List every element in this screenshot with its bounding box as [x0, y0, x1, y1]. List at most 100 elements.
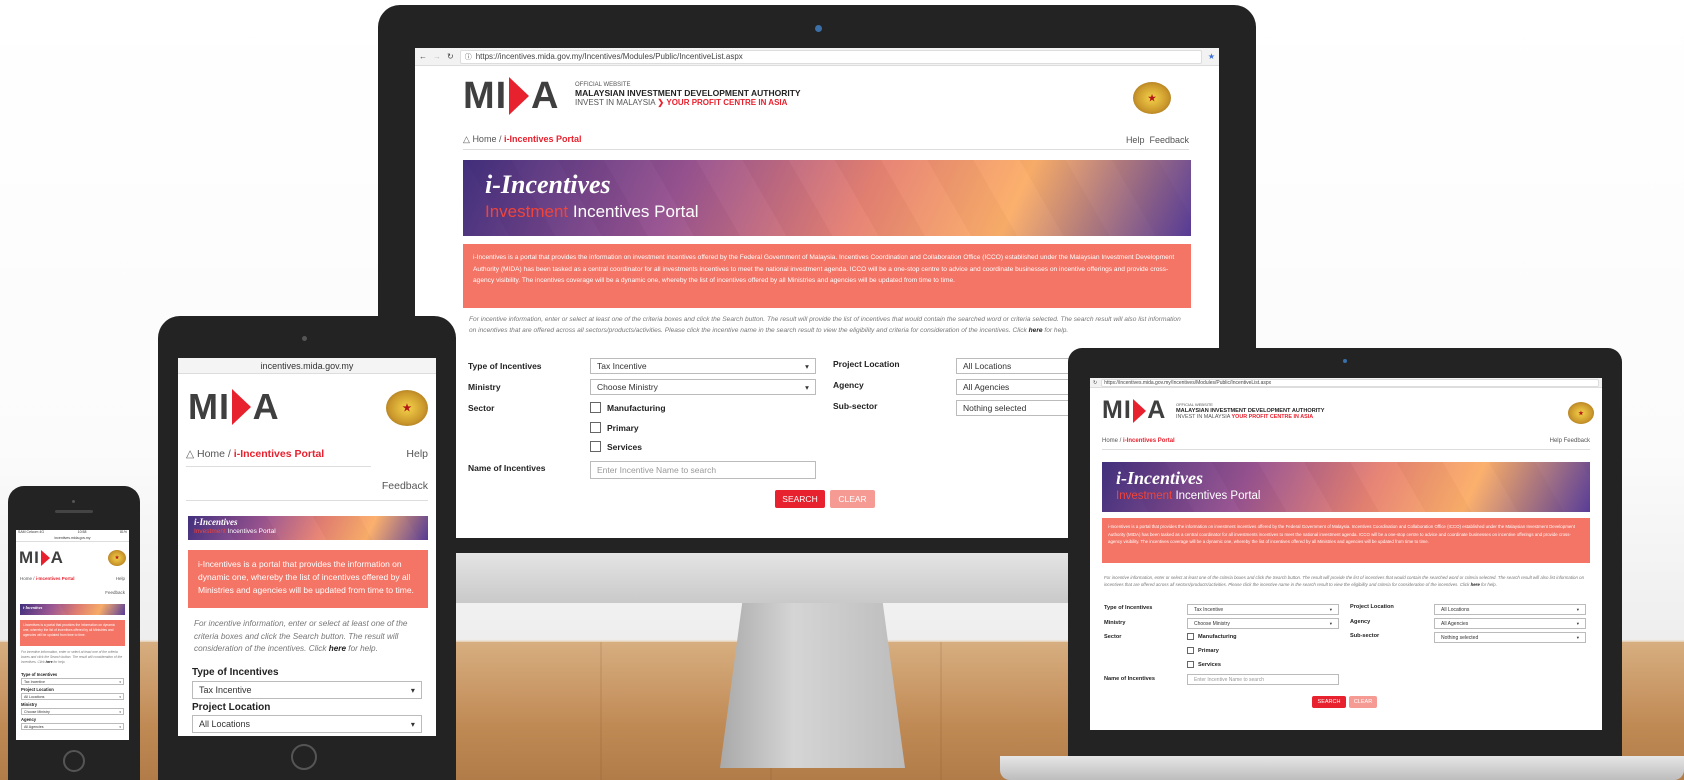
tablet-location-select[interactable]: All Locations: [192, 715, 422, 733]
tablet-address-bar[interactable]: incentives.mida.gov.my: [178, 358, 436, 374]
phone-breadcrumb: Home / i-Incentives Portal Help: [20, 576, 125, 581]
laptop-ministry-select[interactable]: Choose Ministry: [1187, 618, 1339, 629]
tablet-breadcrumb-home[interactable]: Home: [197, 448, 225, 460]
laptop-banner: i-Incentives Investment Incentives Porta…: [1102, 462, 1590, 512]
laptop-type-select[interactable]: Tax Incentive: [1187, 604, 1339, 615]
sector-label-0: Manufacturing: [607, 402, 666, 413]
laptop-sector-primary[interactable]: Primary: [1187, 647, 1219, 654]
laptop-banner-title: i-Incentives: [1116, 468, 1203, 488]
star-icon[interactable]: ★: [1208, 52, 1215, 61]
laptop-sector-services[interactable]: Services: [1187, 661, 1221, 668]
phone-agency-select[interactable]: All Agencies: [21, 723, 124, 730]
banner-sub-red: Investment: [485, 202, 569, 221]
tablet-sitemap-icon: △: [186, 448, 195, 460]
help-link[interactable]: Help: [1126, 135, 1145, 145]
phone-mida-logo[interactable]: MI A: [19, 548, 64, 568]
phone-help-link[interactable]: Help: [116, 576, 125, 581]
logo-triangle-icon: [509, 77, 530, 115]
phone-ministry-select[interactable]: Choose Ministry: [21, 708, 124, 715]
laptop-checkbox-icon[interactable]: [1187, 647, 1194, 654]
phone-speaker: [55, 510, 93, 513]
laptop-mida-logo[interactable]: MI A: [1102, 396, 1166, 425]
laptop-feedback-link[interactable]: Feedback: [1564, 438, 1590, 444]
laptop-intro-box: i-Incentives is a portal that provides t…: [1102, 518, 1590, 563]
laptop-checkbox-icon[interactable]: [1187, 661, 1194, 668]
phone-feedback-link[interactable]: Feedback: [105, 590, 125, 595]
phone-help-paragraph: For incentive information, enter or sele…: [21, 650, 124, 668]
address-bar[interactable]: ⓘ https://incentives.mida.gov.my/Incenti…: [459, 49, 1202, 64]
malaysia-crest-icon: ★: [1133, 82, 1171, 114]
laptop-logo-a: MI: [1102, 396, 1132, 424]
laptop-help-link[interactable]: Help: [1550, 438, 1562, 444]
laptop-browser-toolbar: ↻ https://incentives.mida.gov.my/Incenti…: [1090, 378, 1602, 388]
laptop-help-paragraph: For incentive information, enter or sele…: [1104, 574, 1588, 588]
tablet-camera-icon: [302, 336, 307, 341]
laptop-reload-icon[interactable]: ↻: [1093, 380, 1097, 386]
tablet-help-here-link[interactable]: here: [329, 644, 346, 653]
laptop-agency-select[interactable]: All Agencies: [1434, 618, 1586, 629]
laptop-location-select[interactable]: All Locations: [1434, 604, 1586, 615]
info-icon: ⓘ: [464, 53, 472, 61]
back-arrow-icon[interactable]: ←: [419, 52, 427, 61]
checkbox-icon[interactable]: [590, 422, 601, 433]
laptop-search-button[interactable]: SEARCH: [1312, 696, 1346, 708]
laptop-address-bar[interactable]: https://incentives.mida.gov.my/Incentive…: [1101, 378, 1599, 387]
tablet-intro-box: i-Incentives is a portal that provides t…: [188, 550, 428, 608]
phone-crest-icon: ★: [108, 550, 126, 566]
reload-icon[interactable]: ↻: [447, 52, 454, 61]
laptop-checkbox-icon[interactable]: [1187, 633, 1194, 640]
phone-address-bar[interactable]: incentives.mida.gov.my: [16, 536, 129, 542]
phone-home-button[interactable]: [63, 750, 85, 772]
tablet-feedback-link[interactable]: Feedback: [382, 480, 428, 492]
breadcrumb-home[interactable]: Home: [472, 134, 496, 144]
phone-location-select[interactable]: All Locations: [21, 693, 124, 700]
laptop-banner-sub-red: Investment: [1116, 490, 1173, 502]
sector-primary[interactable]: Primary: [590, 422, 639, 433]
phone-carrier: SAM Celcom 4G: [18, 530, 45, 534]
tablet-type-select[interactable]: Tax Incentive: [192, 681, 422, 699]
phone-banner-title: i-Incentives: [23, 605, 43, 610]
sector-label-2: Services: [607, 441, 642, 452]
sector-services[interactable]: Services: [590, 441, 642, 452]
checkbox-icon[interactable]: [590, 402, 601, 413]
tablet-divider-2: [186, 500, 428, 501]
sector-manufacturing[interactable]: Manufacturing: [590, 402, 666, 413]
mida-logo[interactable]: MI A: [463, 75, 559, 117]
tablet-help-link[interactable]: Help: [406, 448, 428, 460]
name-label: Name of Incentives: [468, 463, 546, 473]
laptop-breadcrumb-home[interactable]: Home: [1102, 438, 1118, 444]
phone-breadcrumb-current: i-Incentives Portal: [35, 576, 75, 581]
laptop-help-here-link[interactable]: here: [1471, 582, 1480, 587]
phone-ministry-label: Ministry: [21, 702, 38, 707]
phone-type-label: Type of Incentives: [21, 672, 58, 677]
checkbox-icon[interactable]: [590, 441, 601, 452]
clear-button[interactable]: CLEAR: [830, 490, 875, 508]
ministry-select[interactable]: Choose Ministry: [590, 379, 816, 395]
phone-breadcrumb-home[interactable]: Home: [20, 576, 32, 581]
phone-type-select[interactable]: Tax Incentive: [21, 678, 124, 685]
laptop-sector-manufacturing[interactable]: Manufacturing: [1187, 633, 1237, 640]
phone-logo-a: MI: [19, 548, 40, 567]
tablet-banner: i-Incentives Investment Incentives Porta…: [188, 516, 428, 540]
tablet-breadcrumb: △ Home / i-Incentives Portal Help: [186, 448, 428, 460]
tablet-home-button[interactable]: [291, 744, 317, 770]
feedback-link[interactable]: Feedback: [1149, 135, 1189, 145]
help-here-link[interactable]: here: [1029, 327, 1043, 334]
forward-arrow-icon[interactable]: →: [433, 52, 441, 61]
tablet-logo-b: A: [252, 386, 280, 427]
laptop-clear-button[interactable]: CLEAR: [1349, 696, 1377, 708]
phone-help-here-link[interactable]: here: [46, 660, 53, 664]
name-input[interactable]: Enter Incentive Name to search: [590, 461, 816, 479]
laptop-sector-label: Sector: [1104, 634, 1122, 640]
tablet-divider: [186, 466, 371, 467]
tablet-mida-logo[interactable]: MI A: [188, 386, 280, 428]
hero-banner: i-Incentives Investment Incentives Porta…: [463, 160, 1191, 236]
search-button[interactable]: SEARCH: [775, 490, 825, 508]
help-text-a: For incentive information, enter or sele…: [469, 316, 1181, 334]
browser-toolbar: ← → ↻ ⓘ https://incentives.mida.gov.my/I…: [415, 48, 1219, 66]
laptop-subsector-select[interactable]: Nothing selected: [1434, 632, 1586, 643]
laptop-name-input[interactable]: Enter Incentive Name to search: [1187, 674, 1339, 685]
type-select[interactable]: Tax Incentive: [590, 358, 816, 374]
laptop-tagline-a: INVEST IN MALAYSIA: [1176, 414, 1231, 421]
laptop-banner-sub-white: Incentives Portal: [1175, 490, 1261, 502]
